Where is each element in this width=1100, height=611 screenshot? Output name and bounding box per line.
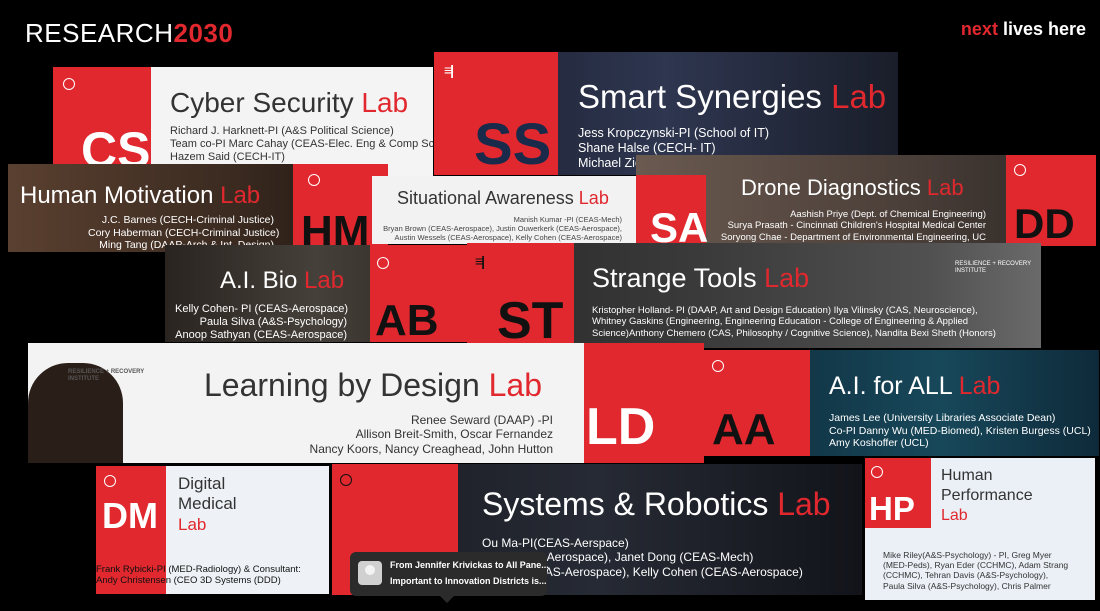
tile-title: Human Performance Lab [941, 467, 1033, 524]
tile-people: Richard J. Harknett-PI (A&S Political Sc… [170, 125, 433, 164]
tile-people: Frank Rybicki-PI (MED-Radiology) & Consu… [96, 564, 301, 587]
tile-strange-tools: ≡| ST Strange Tools Lab RESILIENCE + REC… [467, 243, 1041, 348]
tile-title: Cyber Security Lab [170, 87, 409, 118]
tile-people: Kelly Cohen- PI (CEAS-Aerospace) Paula Si… [175, 303, 349, 342]
resilience-badge: RESILIENCE + RECOVERY INSTITUTE [955, 261, 1031, 275]
chat-notification-toast[interactable]: From Jennifer Krivickas to All Pane... I… [350, 552, 549, 596]
tile-abbr: SS [474, 112, 552, 175]
toast-arrow [440, 596, 454, 603]
tile-cyber-security: CS Cyber Security Lab Richard J. Harknet… [53, 67, 433, 177]
tile-abbr: ST [497, 292, 564, 348]
tile-abbr: HP [869, 490, 915, 527]
tile-situational-awareness: Situational Awareness Lab Manish Kumar -… [372, 176, 636, 244]
tile-abbr: LD [586, 398, 656, 456]
uc-seal-icon [871, 466, 883, 478]
tile-title: Situational Awareness Lab [397, 188, 609, 208]
uc-seal-icon [377, 257, 389, 269]
tile-people: Mike Riley(A&S-Psychology) - PI, Greg My… [883, 550, 1069, 591]
tile-title: Systems & Robotics Lab [482, 486, 831, 522]
tile-abbr: SA [650, 204, 709, 247]
tile-human-motivation: HM Human Motivation Lab J.C. Barnes (CEC… [8, 164, 388, 252]
tile-title: Drone Diagnostics Lab [741, 175, 964, 200]
tile-people: James Lee (University Libraries Associat… [829, 412, 1091, 450]
tile-people: Aashish Priye (Dept. of Chemical Enginee… [720, 209, 986, 243]
tile-abbr: DD [1014, 200, 1075, 246]
uc-seal-icon [63, 78, 75, 90]
tile-title: Human Motivation Lab [20, 182, 261, 209]
tile-abbr: AA [712, 405, 776, 454]
tile-learning-by-design: RESILIENCE + RECOVERY INSTITUTE LD Learni… [28, 343, 704, 463]
tile-title: Strange Tools Lab [592, 263, 810, 293]
avatar-icon [358, 561, 382, 585]
uc-glyph-icon: ≡| [475, 253, 485, 269]
uc-seal-icon [308, 174, 320, 186]
tile-people: Kristopher Holland- PI (DAAP, Art and De… [592, 305, 996, 339]
toast-line-sender: From Jennifer Krivickas to All Pane... [390, 560, 549, 570]
tile-human-performance: HP Human Performance Lab Mike Riley(A&S-Ps… [865, 458, 1095, 600]
tile-people: Renee Seward (DAAP) -PI Allison Breit-Smi… [309, 413, 553, 456]
resilience-badge: RESILIENCE + RECOVERY INSTITUTE [68, 369, 145, 383]
tile-title: Digital Medical Lab [178, 474, 237, 534]
uc-seal-icon [712, 360, 724, 372]
tile-title: Learning by Design Lab [204, 367, 543, 403]
tile-ai-bio: AB A.I. Bio Lab Kelly Cohen- PI (CEAS-Ae… [165, 245, 467, 342]
tile-title: A.I. Bio Lab [220, 267, 345, 294]
uc-seal-icon [104, 475, 116, 487]
tile-people: Manish Kumar -PI (CEAS-Mech) Bryan Brown … [383, 215, 622, 242]
tile-ai-for-all: AA A.I. for ALL Lab James Lee (Universit… [704, 350, 1099, 456]
tile-title: A.I. for ALL Lab [829, 372, 1001, 400]
tile-title: Smart Synergies Lab [578, 78, 887, 115]
tile-drone-diagnostics: SA DD Drone Diagnostics Lab Aashish Priy… [636, 155, 1096, 246]
toast-line-message: Important to Innovation Districts is... [390, 576, 547, 586]
uc-seal-icon [1014, 164, 1026, 176]
uc-seal-icon [340, 474, 352, 486]
tagline: next lives here [960, 19, 1086, 39]
tile-abbr: DM [102, 495, 158, 536]
research-2030-logo: RESEARCH2030 [25, 18, 234, 48]
uc-glyph-icon: ≡| [444, 62, 454, 78]
tile-digital-medical: DM Digital Medical Lab Frank Rybicki-PI (M… [96, 466, 329, 594]
tile-abbr: AB [375, 296, 439, 343]
